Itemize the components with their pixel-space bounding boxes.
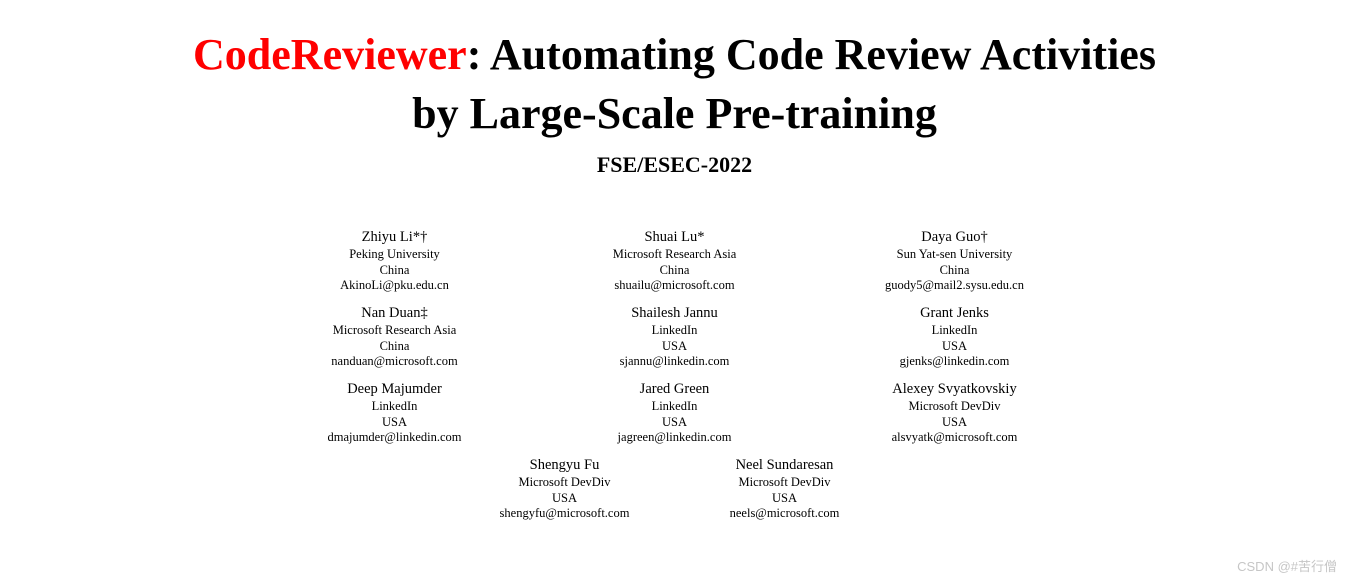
- author-name: Nan Duan‡: [255, 304, 535, 322]
- author-country: USA: [535, 339, 815, 355]
- author-affil: Microsoft DevDiv: [815, 399, 1095, 415]
- author-affil: Sun Yat-sen University: [815, 247, 1095, 263]
- author: Shailesh Jannu LinkedIn USA sjannu@linke…: [535, 304, 815, 370]
- author-country: USA: [815, 415, 1095, 431]
- author: Daya Guo† Sun Yat-sen University China g…: [815, 228, 1095, 294]
- author-country: USA: [255, 415, 535, 431]
- author-country: China: [255, 263, 535, 279]
- author-name: Neel Sundaresan: [675, 456, 895, 474]
- author-email: AkinoLi@pku.edu.cn: [255, 278, 535, 294]
- author-country: China: [535, 263, 815, 279]
- author-name: Shuai Lu*: [535, 228, 815, 246]
- author-name: Grant Jenks: [815, 304, 1095, 322]
- author: Shengyu Fu Microsoft DevDiv USA shengyfu…: [455, 456, 675, 522]
- venue: FSE/ESEC-2022: [0, 152, 1349, 178]
- author-row: Zhiyu Li*† Peking University China Akino…: [245, 228, 1105, 294]
- author-affil: Peking University: [255, 247, 535, 263]
- author-email: nanduan@microsoft.com: [255, 354, 535, 370]
- author-name: Zhiyu Li*†: [255, 228, 535, 246]
- author-affil: LinkedIn: [535, 323, 815, 339]
- author-affil: Microsoft DevDiv: [675, 475, 895, 491]
- authors-block: Zhiyu Li*† Peking University China Akino…: [245, 228, 1105, 522]
- author-name: Alexey Svyatkovskiy: [815, 380, 1095, 398]
- author-email: guody5@mail2.sysu.edu.cn: [815, 278, 1095, 294]
- title-line-2: by Large-Scale Pre-training: [0, 84, 1349, 143]
- author-name: Daya Guo†: [815, 228, 1095, 246]
- author: Neel Sundaresan Microsoft DevDiv USA nee…: [675, 456, 895, 522]
- author: Grant Jenks LinkedIn USA gjenks@linkedin…: [815, 304, 1095, 370]
- author-affil: LinkedIn: [535, 399, 815, 415]
- author-email: shuailu@microsoft.com: [535, 278, 815, 294]
- author-row: Shengyu Fu Microsoft DevDiv USA shengyfu…: [245, 456, 1105, 522]
- author-country: USA: [455, 491, 675, 507]
- author: Nan Duan‡ Microsoft Research Asia China …: [255, 304, 535, 370]
- title-rest-1: : Automating Code Review Activities: [467, 30, 1156, 79]
- author-email: neels@microsoft.com: [675, 506, 895, 522]
- title-highlight: CodeReviewer: [193, 30, 467, 79]
- author-name: Shengyu Fu: [455, 456, 675, 474]
- author: Deep Majumder LinkedIn USA dmajumder@lin…: [255, 380, 535, 446]
- author-country: USA: [815, 339, 1095, 355]
- author-row: Deep Majumder LinkedIn USA dmajumder@lin…: [245, 380, 1105, 446]
- title-line-1: CodeReviewer: Automating Code Review Act…: [0, 25, 1349, 84]
- author-affil: Microsoft DevDiv: [455, 475, 675, 491]
- author-email: gjenks@linkedin.com: [815, 354, 1095, 370]
- author-affil: LinkedIn: [815, 323, 1095, 339]
- watermark: CSDN @#苦行僧: [1237, 556, 1337, 575]
- author: Jared Green LinkedIn USA jagreen@linkedi…: [535, 380, 815, 446]
- author-affil: Microsoft Research Asia: [535, 247, 815, 263]
- author-email: shengyfu@microsoft.com: [455, 506, 675, 522]
- author-affil: Microsoft Research Asia: [255, 323, 535, 339]
- author-email: jagreen@linkedin.com: [535, 430, 815, 446]
- author-email: alsvyatk@microsoft.com: [815, 430, 1095, 446]
- title-block: CodeReviewer: Automating Code Review Act…: [0, 25, 1349, 178]
- author: Alexey Svyatkovskiy Microsoft DevDiv USA…: [815, 380, 1095, 446]
- author-country: USA: [535, 415, 815, 431]
- author-affil: LinkedIn: [255, 399, 535, 415]
- author-email: dmajumder@linkedin.com: [255, 430, 535, 446]
- author-name: Shailesh Jannu: [535, 304, 815, 322]
- author-country: China: [255, 339, 535, 355]
- author-name: Deep Majumder: [255, 380, 535, 398]
- author-country: China: [815, 263, 1095, 279]
- author-country: USA: [675, 491, 895, 507]
- author: Zhiyu Li*† Peking University China Akino…: [255, 228, 535, 294]
- author-name: Jared Green: [535, 380, 815, 398]
- author: Shuai Lu* Microsoft Research Asia China …: [535, 228, 815, 294]
- author-email: sjannu@linkedin.com: [535, 354, 815, 370]
- author-row: Nan Duan‡ Microsoft Research Asia China …: [245, 304, 1105, 370]
